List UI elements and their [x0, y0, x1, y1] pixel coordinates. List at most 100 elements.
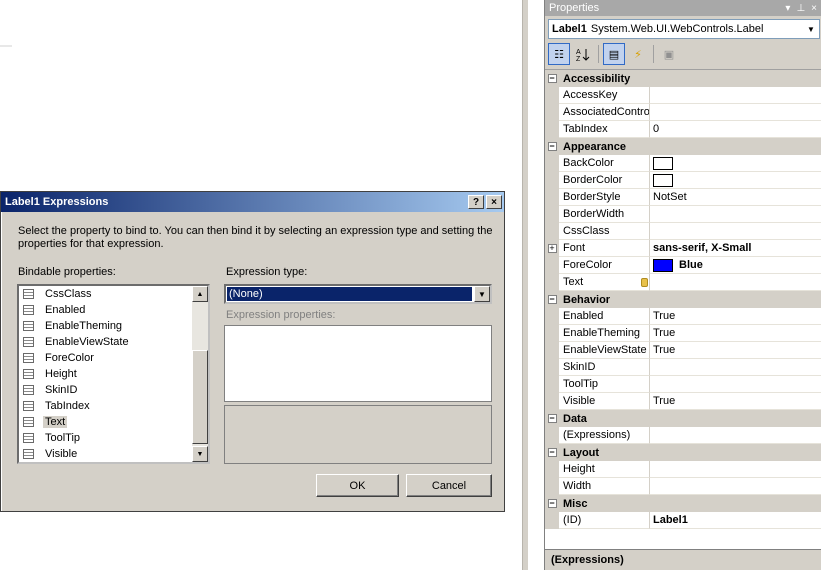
property-row[interactable]: AccessKey — [545, 87, 821, 104]
collapse-icon[interactable]: − — [547, 448, 557, 457]
window-position-icon[interactable]: ▾ — [785, 3, 790, 14]
collapse-icon[interactable]: − — [547, 142, 557, 151]
close-icon[interactable]: × — [811, 3, 817, 14]
expression-type-select[interactable]: (None) ▼ — [224, 284, 492, 304]
property-row[interactable]: BorderStyle NotSet — [545, 189, 821, 206]
expression-type-value: (None) — [227, 287, 472, 301]
chevron-down-icon[interactable]: ▼ — [803, 20, 819, 38]
list-item[interactable]: Enabled — [19, 302, 208, 318]
list-item[interactable]: Text — [19, 414, 208, 430]
property-row[interactable]: BackColor — [545, 155, 821, 172]
list-item[interactable]: Visible — [19, 446, 208, 462]
chevron-down-icon[interactable]: ▼ — [474, 286, 490, 302]
collapse-icon[interactable]: − — [547, 499, 557, 508]
property-value-cell[interactable] — [650, 223, 821, 240]
property-value-cell[interactable]: Blue — [650, 257, 821, 274]
list-scrollbar[interactable]: ▲ ▼ — [192, 286, 208, 462]
database-binding-icon — [641, 278, 648, 287]
property-value-cell[interactable]: True — [650, 325, 821, 342]
property-name: Visible — [559, 393, 650, 410]
property-pages-icon[interactable]: ▣ — [658, 43, 680, 65]
property-value-cell[interactable] — [650, 359, 821, 376]
property-row[interactable]: AssociatedContro — [545, 104, 821, 121]
property-value-cell[interactable] — [650, 206, 821, 223]
expand-icon[interactable]: + — [547, 244, 557, 253]
property-row[interactable]: SkinID — [545, 359, 821, 376]
property-row[interactable]: Width — [545, 478, 821, 495]
category-accessibility[interactable]: − Accessibility — [545, 70, 821, 87]
list-item[interactable]: CssClass — [19, 286, 208, 302]
property-row[interactable]: BorderWidth — [545, 206, 821, 223]
list-item[interactable]: Height — [19, 366, 208, 382]
properties-view-icon[interactable]: ▤ — [603, 43, 625, 65]
alphabetical-icon[interactable]: AZ — [572, 43, 594, 65]
color-swatch — [653, 258, 673, 272]
category-layout[interactable]: − Layout — [545, 444, 821, 461]
property-row[interactable]: EnableViewState True — [545, 342, 821, 359]
property-row[interactable]: CssClass — [545, 223, 821, 240]
list-item[interactable]: SkinID — [19, 382, 208, 398]
category-behavior[interactable]: − Behavior — [545, 291, 821, 308]
property-value-cell[interactable]: 0 — [650, 121, 821, 138]
category-appearance[interactable]: − Appearance — [545, 138, 821, 155]
list-item[interactable]: EnableViewState — [19, 334, 208, 350]
collapse-icon[interactable]: − — [547, 295, 557, 304]
scroll-up-icon[interactable]: ▲ — [192, 286, 208, 302]
property-value: sans-serif, X-Small — [653, 242, 752, 254]
help-button[interactable]: ? — [468, 195, 484, 209]
categorized-icon[interactable]: ☷ — [548, 43, 570, 65]
property-row[interactable]: (ID) Label1 — [545, 512, 821, 529]
cancel-button[interactable]: Cancel — [406, 474, 492, 497]
property-value: True — [653, 395, 676, 407]
property-value-cell[interactable] — [650, 104, 821, 121]
property-row[interactable]: Text — [545, 274, 821, 291]
property-value-cell[interactable] — [650, 172, 821, 189]
property-row[interactable]: EnableTheming True — [545, 325, 821, 342]
list-item-label: Text — [43, 416, 68, 428]
property-value-cell[interactable] — [650, 274, 821, 291]
scroll-down-icon[interactable]: ▼ — [192, 446, 208, 462]
property-row[interactable]: Enabled True — [545, 308, 821, 325]
list-item[interactable]: ForeColor — [19, 350, 208, 366]
property-value-cell[interactable] — [650, 427, 821, 444]
property-value-cell[interactable]: True — [650, 393, 821, 410]
ok-button[interactable]: OK — [316, 474, 399, 497]
property-row[interactable]: + Font sans-serif, X-Small — [545, 240, 821, 257]
category-data[interactable]: − Data — [545, 410, 821, 427]
property-value-cell[interactable] — [650, 87, 821, 104]
property-value-cell[interactable]: True — [650, 308, 821, 325]
properties-toolbar: ☷ AZ ▤ ⚡ ▣ — [548, 43, 680, 65]
property-row[interactable]: ForeColor Blue — [545, 257, 821, 274]
pin-icon[interactable]: ⊥ — [796, 3, 805, 14]
collapse-icon[interactable]: − — [547, 414, 557, 423]
category-misc[interactable]: − Misc — [545, 495, 821, 512]
property-value-cell[interactable] — [650, 376, 821, 393]
property-value-cell[interactable] — [650, 155, 821, 172]
property-row[interactable]: Visible True — [545, 393, 821, 410]
property-value-cell[interactable]: Label1 — [650, 512, 821, 529]
bindable-properties-list[interactable]: CssClass Enabled EnableTheming EnableViewSt… — [17, 284, 210, 464]
close-button[interactable]: × — [486, 195, 502, 209]
property-value-cell[interactable]: sans-serif, X-Small — [650, 240, 821, 257]
object-selector[interactable]: Label1 System.Web.UI.WebControls.Label ▼ — [548, 19, 820, 39]
list-item[interactable]: TabIndex — [19, 398, 208, 414]
property-name: Text — [559, 274, 650, 291]
property-row[interactable]: ToolTip — [545, 376, 821, 393]
property-row[interactable]: Height — [545, 461, 821, 478]
property-row[interactable]: TabIndex 0 — [545, 121, 821, 138]
property-row[interactable]: (Expressions) — [545, 427, 821, 444]
property-value-cell[interactable] — [650, 461, 821, 478]
property-value-cell[interactable]: True — [650, 342, 821, 359]
description-title: (Expressions) — [551, 554, 624, 566]
list-item[interactable]: EnableTheming — [19, 318, 208, 334]
property-value-cell[interactable]: NotSet — [650, 189, 821, 206]
list-item[interactable]: ToolTip — [19, 430, 208, 446]
svg-text:Z: Z — [576, 56, 581, 61]
property-value: True — [653, 310, 676, 322]
scroll-thumb[interactable] — [192, 350, 208, 444]
collapse-icon[interactable]: − — [547, 74, 557, 83]
property-row[interactable]: BorderColor — [545, 172, 821, 189]
events-icon[interactable]: ⚡ — [627, 43, 649, 65]
property-value-cell[interactable] — [650, 478, 821, 495]
expression-properties-grid[interactable] — [224, 325, 492, 402]
